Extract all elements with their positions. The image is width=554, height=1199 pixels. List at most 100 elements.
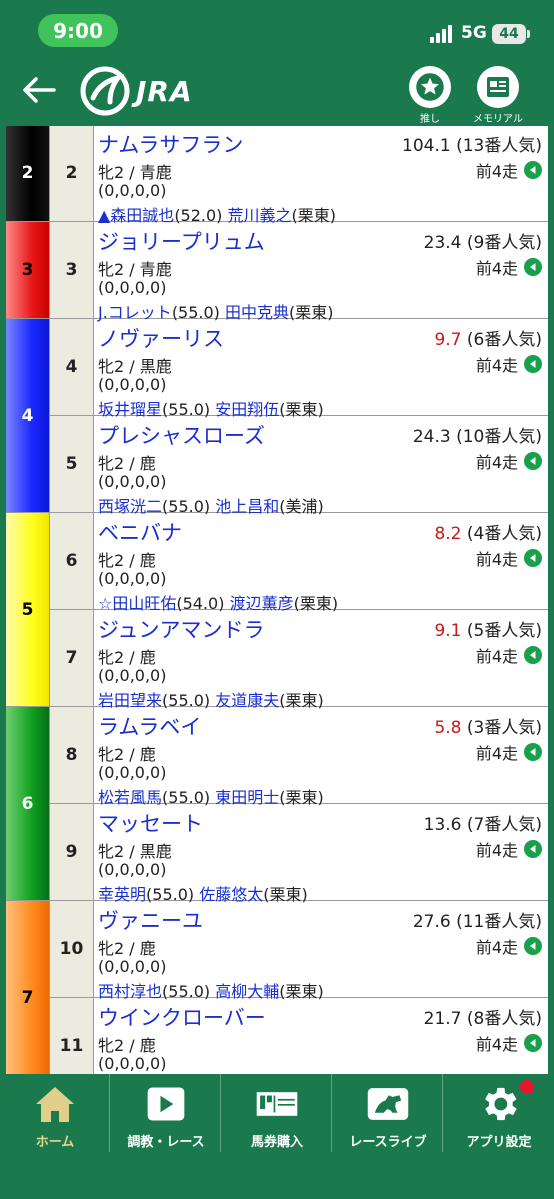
horse-number: 10 bbox=[50, 901, 94, 997]
nav-ticket[interactable]: 馬券購入 bbox=[222, 1074, 332, 1152]
horse-number: 8 bbox=[50, 707, 94, 803]
horse-live-icon bbox=[366, 1084, 410, 1124]
horse-row[interactable]: 3 ジョリープリュム 23.4 (9番人気) 牝2 / 青鹿 前4走 (0,0,0,0) J… bbox=[50, 222, 548, 322]
horse-row[interactable]: 11 ウインクローバー 21.7 (8番人気) 牝2 / 鹿 前4走 (0,0,0,0) bbox=[50, 998, 548, 1074]
nav-horse-live[interactable]: レースライブ bbox=[333, 1074, 443, 1152]
play-circle-icon bbox=[524, 452, 542, 470]
horse-row[interactable]: 6 ベニバナ 8.2 (4番人気) 牝2 / 鹿前4走 (0,0,0,0) ☆田山旺佑(5… bbox=[50, 513, 548, 613]
odds: 24.3 (10番人気) bbox=[413, 422, 542, 447]
horse-row[interactable]: 2 ナムラサフラン 104.1 (13番人気) 牝2 / 青鹿 前4走 (0,0,0,0)… bbox=[50, 126, 548, 225]
sex-age-color: 牝2 / 鹿 bbox=[98, 745, 156, 764]
horse-info: ジュンアマンドラ 9.1 (5番人気) 牝2 / 鹿前4走 (0,0,0,0) 岩田望来… bbox=[98, 614, 548, 710]
horse-row[interactable]: 7 ジュンアマンドラ 9.1 (5番人気) 牝2 / 鹿前4走 (0,0,0,0) 岩田望… bbox=[50, 610, 548, 710]
previous-races-label: 前4走 bbox=[475, 647, 518, 666]
sex-age-color: 牝2 / 鹿 bbox=[98, 551, 156, 570]
ticket-icon bbox=[255, 1084, 299, 1124]
odds: 104.1 (13番人気) bbox=[402, 131, 542, 156]
previous-races-button[interactable]: 前4走 bbox=[476, 449, 542, 473]
horse-number: 2 bbox=[50, 126, 94, 221]
previous-races-label: 前4走 bbox=[475, 938, 518, 957]
play-circle-icon bbox=[524, 161, 542, 179]
nav-label: ホーム bbox=[35, 1135, 75, 1150]
frame-color-cell: 2 bbox=[6, 126, 50, 222]
frame-number: 5 bbox=[21, 599, 34, 620]
memorial-label: メモリアル bbox=[473, 114, 523, 125]
play-circle-icon bbox=[524, 549, 542, 567]
horse-name[interactable]: ナムラサフラン bbox=[98, 129, 243, 159]
jra-logo: JRA bbox=[80, 66, 210, 116]
odds: 21.7 (8番人気) bbox=[424, 1004, 542, 1029]
previous-races-button[interactable]: 前4走 bbox=[476, 255, 542, 279]
memorial-button[interactable]: メモリアル bbox=[468, 66, 528, 128]
frame-color-cell: 5 bbox=[6, 513, 50, 707]
play-icon bbox=[144, 1084, 188, 1124]
odds: 9.7 (6番人気) bbox=[434, 325, 542, 350]
status-time: 9:00 bbox=[38, 14, 118, 47]
previous-races-button[interactable]: 前4走 bbox=[476, 643, 542, 667]
race-record: (0,0,0,0) bbox=[98, 1054, 167, 1073]
jra-logo-icon bbox=[80, 66, 130, 116]
horse-name[interactable]: マッセート bbox=[98, 808, 203, 838]
popularity: (6番人気) bbox=[466, 330, 542, 350]
nav-label: 調教・レース bbox=[127, 1135, 205, 1150]
previous-races-button[interactable]: 前4走 bbox=[476, 934, 542, 958]
previous-races-label: 前4走 bbox=[475, 550, 518, 569]
home-icon bbox=[33, 1084, 77, 1124]
horse-row[interactable]: 9 マッセート 13.6 (7番人気) 牝2 / 黒鹿 前4走 (0,0,0,0) 幸英明(… bbox=[50, 804, 548, 904]
race-record: (0,0,0,0) bbox=[98, 181, 167, 200]
horse-number: 3 bbox=[50, 222, 94, 318]
horse-name[interactable]: ノヴァーリス bbox=[98, 323, 224, 353]
horse-name[interactable]: ヴァニーユ bbox=[98, 905, 203, 935]
nav-label: レースライブ bbox=[349, 1135, 427, 1150]
odds: 27.6 (11番人気) bbox=[413, 907, 542, 932]
horse-number: 9 bbox=[50, 804, 94, 900]
horse-info: ベニバナ 8.2 (4番人気) 牝2 / 鹿前4走 (0,0,0,0) ☆田山旺佑(54… bbox=[98, 517, 548, 613]
horse-name[interactable]: ラムラベイ bbox=[98, 711, 201, 741]
race-record: (0,0,0,0) bbox=[98, 860, 167, 879]
horse-name[interactable]: ベニバナ bbox=[98, 517, 182, 547]
horse-name[interactable]: プレシャスローズ bbox=[98, 420, 265, 450]
horse-number: 5 bbox=[50, 416, 94, 512]
horse-row[interactable]: 10 ヴァニーユ 27.6 (11番人気) 牝2 / 鹿前4走 (0,0,0,0) 西村淳… bbox=[50, 901, 548, 1001]
nav-gear[interactable]: アプリ設定 bbox=[444, 1074, 554, 1152]
nav-label: 馬券購入 bbox=[250, 1135, 303, 1150]
horse-info: ラムラベイ 5.8 (3番人気) 牝2 / 鹿前4走 (0,0,0,0) 松若風馬(55… bbox=[98, 711, 548, 807]
horse-name[interactable]: ウインクローバー bbox=[98, 1002, 266, 1032]
odds: 5.8 (3番人気) bbox=[434, 713, 542, 738]
previous-races-label: 前4走 bbox=[475, 1035, 518, 1054]
popularity: (3番人気) bbox=[466, 718, 542, 738]
horse-row[interactable]: 4 ノヴァーリス 9.7 (6番人気) 牝2 / 黒鹿 前4走 (0,0,0,0) 坂井瑠星… bbox=[50, 319, 548, 419]
popularity: (4番人気) bbox=[466, 524, 542, 544]
popularity: (9番人気) bbox=[466, 233, 542, 253]
horse-number: 6 bbox=[50, 513, 94, 609]
previous-races-button[interactable]: 前4走 bbox=[476, 837, 542, 861]
nav-home[interactable]: ホーム bbox=[0, 1074, 110, 1152]
horse-name[interactable]: ジョリープリュム bbox=[98, 226, 265, 256]
nav-play[interactable]: 調教・レース bbox=[111, 1074, 221, 1152]
horse-info: ジョリープリュム 23.4 (9番人気) 牝2 / 青鹿 前4走 (0,0,0,0) J.… bbox=[98, 226, 548, 322]
bottom-navigation: ホーム 調教・レース 馬券購入 レースライブ アプリ設定 bbox=[0, 1074, 554, 1199]
sex-age-color: 牝2 / 黒鹿 bbox=[98, 357, 172, 376]
horse-number: 11 bbox=[50, 998, 94, 1074]
favorite-button[interactable]: 推し bbox=[400, 66, 460, 128]
previous-races-button[interactable]: 前4走 bbox=[476, 352, 542, 376]
horse-row[interactable]: 8 ラムラベイ 5.8 (3番人気) 牝2 / 鹿前4走 (0,0,0,0) 松若風馬(5… bbox=[50, 707, 548, 807]
odds-value: 21.7 bbox=[423, 1009, 462, 1029]
previous-races-label: 前4走 bbox=[475, 162, 518, 181]
horse-name[interactable]: ジュンアマンドラ bbox=[98, 614, 265, 644]
previous-races-label: 前4走 bbox=[475, 453, 518, 472]
popularity: (7番人気) bbox=[466, 815, 542, 835]
previous-races-button[interactable]: 前4走 bbox=[476, 158, 542, 182]
horse-number: 4 bbox=[50, 319, 94, 415]
horse-entry-list[interactable]: 2 3 4 5 6 7 2 ナムラサフラン 104.1 (13番人気) 牝2 / 青鹿 前4走 (0,… bbox=[6, 126, 548, 1074]
previous-races-button[interactable]: 前4走 bbox=[476, 546, 542, 570]
previous-races-button[interactable]: 前4走 bbox=[476, 740, 542, 764]
popularity: (8番人気) bbox=[466, 1009, 542, 1029]
back-arrow-icon[interactable] bbox=[20, 70, 60, 110]
sex-age-color: 牝2 / 黒鹿 bbox=[98, 842, 172, 861]
horse-row[interactable]: 5 プレシャスローズ 24.3 (10番人気) 牝2 / 鹿前4走 (0,0,0,0) 西… bbox=[50, 416, 548, 516]
battery-tip bbox=[527, 30, 530, 38]
memorial-card-icon bbox=[477, 66, 519, 108]
previous-races-button[interactable]: 前4走 bbox=[476, 1031, 542, 1055]
signal-icon bbox=[430, 25, 454, 43]
